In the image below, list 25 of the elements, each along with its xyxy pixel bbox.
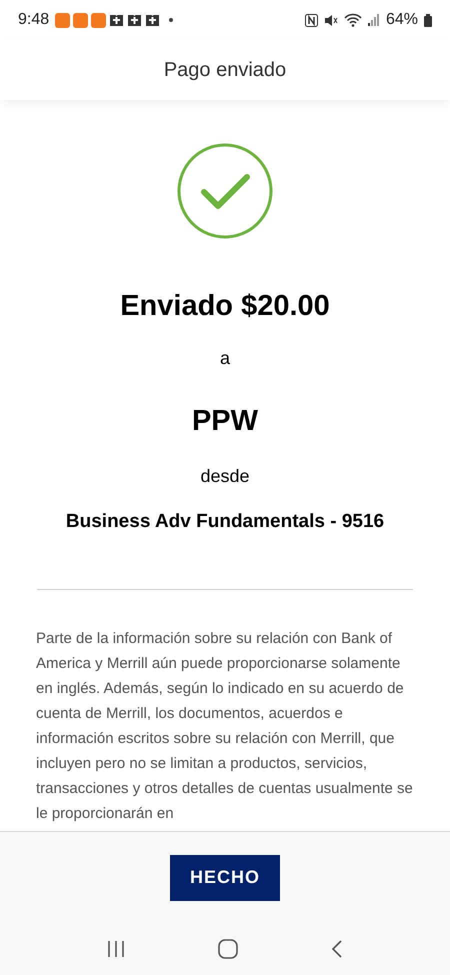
mute-icon bbox=[324, 14, 338, 26]
recipient-name: PPW bbox=[192, 404, 258, 438]
app-notification-icon bbox=[55, 12, 70, 28]
wifi-icon bbox=[344, 13, 362, 27]
account-name: Business Adv Fundamentals - 9516 bbox=[66, 510, 384, 534]
nfc-icon bbox=[304, 14, 318, 26]
done-button[interactable]: HECHO bbox=[170, 854, 280, 900]
battery-icon bbox=[424, 14, 432, 26]
battery-percent: 64% bbox=[386, 10, 418, 30]
book-icon bbox=[145, 13, 160, 27]
book-icon bbox=[109, 13, 124, 27]
back-icon[interactable] bbox=[331, 940, 344, 958]
check-circle-icon bbox=[177, 143, 273, 239]
disclaimer-text: Parte de la información sobre su relación con Bank of America y Merrill aún puede proporcionarse solamente en inglés. Además, según lo indicado en su acuerdo de cuenta de Merrill, los documentos, acuerdos e información escritos sobre su relación con Merrill, que incluyen pero no se limitan a productos, servicios, transacciones y otros detalles de cuentas usualmente se le proporcionarán en bbox=[36, 628, 414, 824]
to-label: a bbox=[220, 346, 230, 370]
sent-amount: Enviado $20.00 bbox=[120, 289, 330, 324]
page-title: Pago enviado bbox=[164, 58, 286, 83]
app-notification-icon bbox=[91, 12, 106, 28]
recent-apps-icon[interactable] bbox=[106, 940, 125, 958]
home-icon[interactable] bbox=[218, 939, 238, 959]
status-time: 9:48 bbox=[18, 10, 50, 30]
app-notification-icon bbox=[73, 12, 88, 28]
book-icon bbox=[127, 13, 142, 27]
signal-icon bbox=[368, 14, 380, 26]
from-label: desde bbox=[200, 465, 250, 488]
